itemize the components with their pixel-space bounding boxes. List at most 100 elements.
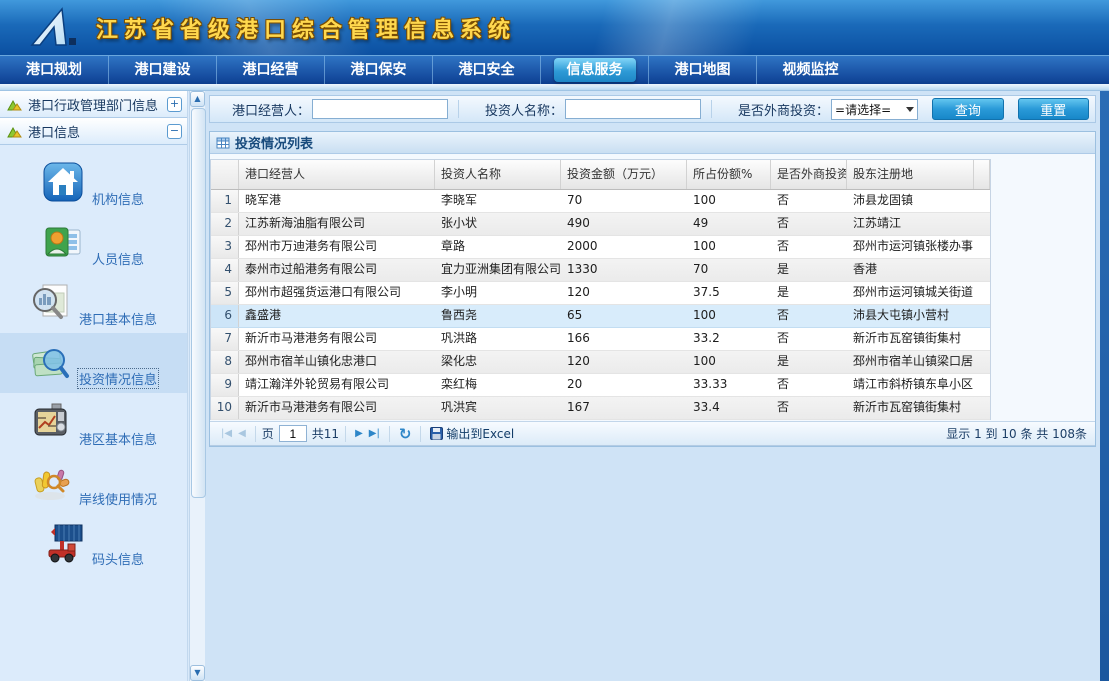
tab-info-service[interactable]: 信息服务 [540, 56, 648, 84]
investor-input[interactable] [565, 99, 701, 119]
sidebar-item-dock-info[interactable]: 码头信息 [0, 513, 187, 573]
next-page-icon[interactable]: ▶ [355, 428, 363, 439]
cell-amount: 2000 [561, 236, 687, 258]
tab-port-operation[interactable]: 港口经营 [216, 56, 324, 84]
table-row[interactable]: 9 靖江瀚洋外轮贸易有限公司 栾红梅 20 33.33 否 靖江市斜桥镇东阜小区… [211, 374, 990, 397]
table-row[interactable]: 7 新沂市马港港务有限公司 巩洪路 166 33.2 否 新沂市瓦窑镇街集村 [211, 328, 990, 351]
page-number-input[interactable] [279, 425, 307, 442]
tab-video-monitor[interactable]: 视频监控 [756, 56, 864, 84]
cell-amount: 70 [561, 190, 687, 212]
sidebar-item-investment-info[interactable]: 投资情况信息 [0, 333, 187, 393]
tab-label: 港口规划 [26, 62, 82, 78]
cell-investor: 李晓军 [435, 190, 561, 212]
cell-index: 5 [211, 282, 239, 304]
tab-port-map[interactable]: 港口地图 [648, 56, 756, 84]
cell-amount: 1330 [561, 259, 687, 281]
sidebar-item-org-info[interactable]: 机构信息 [0, 153, 187, 213]
sidebar-item-port-area-info[interactable]: 港区基本信息 [0, 393, 187, 453]
col-header-index [211, 160, 239, 189]
cell-operator: 新沂市马港港务有限公司 [239, 397, 435, 419]
col-header-filler [974, 160, 990, 189]
foreign-investment-select[interactable]: =请选择= [831, 99, 918, 120]
export-excel-button[interactable]: 输出到Excel [430, 425, 514, 442]
tab-label: 视频监控 [783, 62, 839, 78]
search-toolbar: 港口经营人： 投资人名称： 是否外商投资： =请选择= 查询 重置 [209, 95, 1096, 123]
operator-input[interactable] [312, 99, 448, 119]
last-page-icon[interactable]: ▶| [369, 428, 380, 439]
cell-share: 100 [687, 351, 771, 373]
cell-operator: 新沂市马港港务有限公司 [239, 328, 435, 350]
table-row[interactable]: 8 邳州市宿羊山镇化忠港口 梁化忠 120 100 是 邳州市宿羊山镇梁口居..… [211, 351, 990, 374]
tab-port-planning[interactable]: 港口规划 [0, 56, 108, 84]
col-header-amount[interactable]: 投资金额（万元） [561, 160, 687, 189]
operator-field-label: 港口经营人： [232, 100, 310, 119]
tab-label: 港口建设 [135, 62, 191, 78]
tab-port-construction[interactable]: 港口建设 [108, 56, 216, 84]
cell-share: 70 [687, 259, 771, 281]
table-row[interactable]: 4 泰州市过船港务有限公司 宜力亚洲集团有限公司 1330 70 是 香港 [211, 259, 990, 282]
col-header-share[interactable]: 所占份额% [687, 160, 771, 189]
cell-share: 33.33 [687, 374, 771, 396]
cell-amount: 120 [561, 282, 687, 304]
table-row[interactable]: 1 晓军港 李晓军 70 100 否 沛县龙固镇 [211, 190, 990, 213]
tab-port-safety[interactable]: 港口安全 [432, 56, 540, 84]
col-header-location[interactable]: 股东注册地 [847, 160, 974, 189]
cell-investor: 章路 [435, 236, 561, 258]
col-header-investor[interactable]: 投资人名称 [435, 160, 561, 189]
query-button[interactable]: 查询 [932, 98, 1003, 120]
magnifier-money-icon [28, 340, 72, 384]
cell-operator: 邳州市万迪港务有限公司 [239, 236, 435, 258]
group-label: 港口行政管理部门信息 [28, 95, 167, 114]
cell-share: 37.5 [687, 282, 771, 304]
cell-foreign: 否 [771, 213, 847, 235]
cell-foreign: 否 [771, 374, 847, 396]
collapse-icon[interactable]: − [167, 124, 182, 139]
cell-filler [974, 236, 990, 258]
table-row[interactable]: 5 邳州市超强货运港口有限公司 李小明 120 37.5 是 邳州市运河镇城关街… [211, 282, 990, 305]
container-truck-icon [41, 520, 85, 564]
page-label: 页 [262, 425, 274, 442]
sidebar-item-port-basic-info[interactable]: 港口基本信息 [0, 273, 187, 333]
cell-foreign: 否 [771, 328, 847, 350]
table-row-selected[interactable]: 6 鑫盛港 鲁西尧 65 100 否 沛县大屯镇小营村 [211, 305, 990, 328]
cell-share: 33.4 [687, 397, 771, 419]
col-header-foreign[interactable]: 是否外商投资 [771, 160, 847, 189]
refresh-icon[interactable]: ↻ [399, 425, 412, 443]
grid-icon [216, 136, 230, 150]
app-title: 江苏省省级港口综合管理信息系统 [96, 12, 516, 44]
scrollbar-thumb[interactable] [191, 108, 206, 498]
scroll-down-icon[interactable]: ▼ [190, 665, 205, 681]
sidebar-item-personnel-info[interactable]: 人员信息 [0, 213, 187, 273]
sidebar-item-shoreline-usage[interactable]: 岸线使用情况 [0, 453, 187, 513]
cell-index: 2 [211, 213, 239, 235]
first-page-icon[interactable]: |◀ [221, 428, 232, 439]
sidebar-group-admin-dept[interactable]: 港口行政管理部门信息 + [0, 91, 187, 118]
prev-page-icon[interactable]: ◀ [238, 428, 246, 439]
cell-operator: 邳州市宿羊山镇化忠港口 [239, 351, 435, 373]
export-label: 输出到Excel [446, 425, 514, 442]
col-header-operator[interactable]: 港口经营人 [239, 160, 435, 189]
table-row[interactable]: 10 新沂市马港港务有限公司 巩洪宾 167 33.4 否 新沂市瓦窑镇街集村 [211, 397, 990, 420]
sidebar: 港口行政管理部门信息 + 港口信息 − [0, 91, 205, 681]
table-row[interactable]: 2 江苏新海油脂有限公司 张小状 490 49 否 江苏靖江 [211, 213, 990, 236]
cell-filler [974, 351, 990, 373]
cell-location: 沛县大屯镇小营村 [847, 305, 974, 327]
scroll-up-icon[interactable]: ▲ [190, 91, 205, 107]
table-row[interactable]: 3 邳州市万迪港务有限公司 章路 2000 100 否 邳州市运河镇张楼办事..… [211, 236, 990, 259]
sidebar-item-label: 岸线使用情况 [77, 488, 159, 509]
sidebar-item-label: 机构信息 [90, 188, 146, 209]
tab-port-security[interactable]: 港口保安 [324, 56, 432, 84]
cell-index: 10 [211, 397, 239, 419]
cell-amount: 167 [561, 397, 687, 419]
sidebar-scrollbar[interactable]: ▲ ▼ [189, 91, 205, 681]
sidebar-group-port-info[interactable]: 港口信息 − [0, 118, 187, 145]
expand-icon[interactable]: + [167, 97, 182, 112]
shoreline-icon [28, 460, 72, 504]
main-nav: 港口规划 港口建设 港口经营 港口保安 港口安全 信息服务 港口地图 视频监控 [0, 55, 1109, 84]
cell-investor: 巩洪路 [435, 328, 561, 350]
cell-share: 49 [687, 213, 771, 235]
title-bar: 江苏省省级港口综合管理信息系统 [0, 0, 1109, 55]
reset-button[interactable]: 重置 [1018, 98, 1089, 120]
panel-header: 投资情况列表 [210, 132, 1095, 154]
cell-location: 香港 [847, 259, 974, 281]
